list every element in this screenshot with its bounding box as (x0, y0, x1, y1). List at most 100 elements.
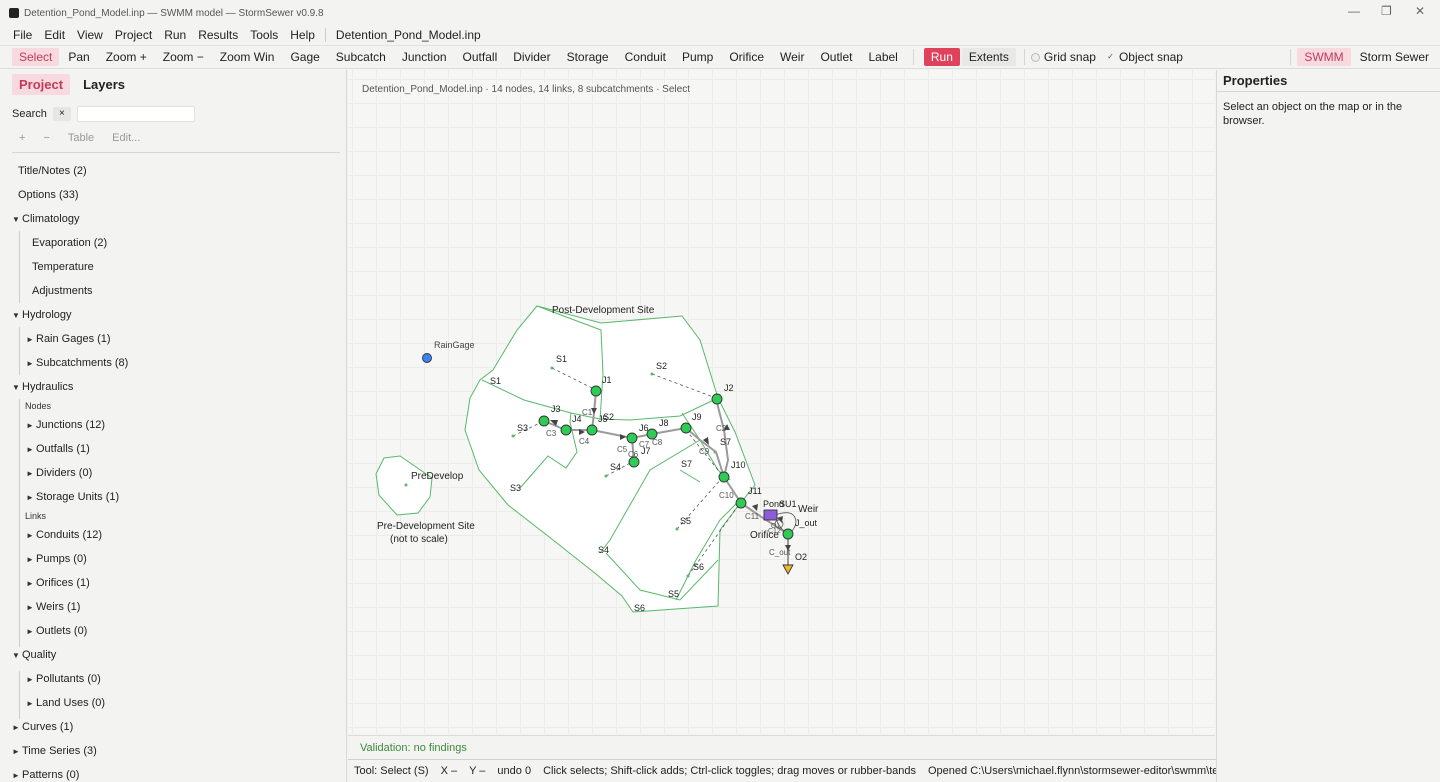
tree-item-patterns[interactable]: ► Patterns (0) (6, 763, 346, 782)
map-canvas[interactable]: Detention_Pond_Model.inp · 14 nodes, 14 … (348, 70, 1215, 734)
tool-weir-button[interactable]: Weir (773, 48, 811, 66)
tree-item-storage-units[interactable]: ► Storage Units (1) (6, 485, 346, 509)
raingage-icon[interactable] (422, 353, 432, 363)
menu-results[interactable]: Results (192, 28, 244, 42)
menu-help[interactable]: Help (284, 28, 321, 42)
tool-orifice-button[interactable]: Orifice (722, 48, 771, 66)
junction-j3[interactable] (538, 415, 550, 427)
tree-item-pollutants[interactable]: ► Pollutants (0) (6, 667, 346, 691)
label-j10: J10 (731, 460, 746, 470)
tree-item-climatology[interactable]: ▼ Climatology (6, 207, 346, 231)
tree-item-adjustments[interactable]: Adjustments (6, 279, 346, 303)
maximize-button[interactable]: ❐ (1381, 4, 1392, 18)
tool-zoom-in-button[interactable]: Zoom + (99, 48, 154, 66)
minimize-button[interactable]: — (1348, 4, 1360, 18)
tree-item-title-notes[interactable]: Title/Notes (2) (6, 159, 346, 183)
tree-item-label: Pollutants (0) (36, 673, 101, 685)
object-snap-toggle[interactable]: ✓ Object snap (1106, 50, 1183, 64)
junction-j10[interactable] (718, 471, 730, 483)
junction-j9[interactable] (680, 422, 692, 434)
tool-divider-button[interactable]: Divider (506, 48, 557, 66)
tree-item-outlets[interactable]: ► Outlets (0) (6, 619, 346, 643)
tab-layers[interactable]: Layers (76, 74, 132, 95)
menu-run[interactable]: Run (158, 28, 192, 42)
tree-item-orifices[interactable]: ► Orifices (1) (6, 571, 346, 595)
tool-subcatch-button[interactable]: Subcatch (329, 48, 393, 66)
tree-item-temperature[interactable]: Temperature (6, 255, 346, 279)
toolbar: Select Pan Zoom + Zoom − Zoom Win Gage S… (0, 45, 1440, 69)
menu-view[interactable]: View (71, 28, 109, 42)
tree-item-label: Land Uses (0) (36, 697, 106, 709)
storage-pond-icon[interactable] (763, 509, 778, 521)
remove-button[interactable]: − (36, 130, 56, 146)
close-button[interactable]: ✕ (1415, 4, 1425, 18)
tool-gage-button[interactable]: Gage (283, 48, 326, 66)
area-label-s4: S4 (598, 545, 609, 555)
tool-label-button[interactable]: Label (861, 48, 904, 66)
junction-j4[interactable] (560, 424, 572, 436)
tool-outlet-button[interactable]: Outlet (813, 48, 859, 66)
tree-item-conduits[interactable]: ► Conduits (12) (6, 523, 346, 547)
extents-button[interactable]: Extents (961, 48, 1016, 66)
tree-item-subcatchments[interactable]: ► Subcatchments (8) (6, 351, 346, 375)
grid-snap-checkbox[interactable] (1030, 52, 1040, 62)
tree-item-pumps[interactable]: ► Pumps (0) (6, 547, 346, 571)
tree-item-evaporation[interactable]: Evaporation (2) (6, 231, 346, 255)
menu-tools[interactable]: Tools (244, 28, 284, 42)
run-button[interactable]: Run (923, 48, 960, 66)
tree-item-curves[interactable]: ► Curves (1) (6, 715, 346, 739)
outfall-o2-icon[interactable] (782, 564, 794, 575)
junction-j6[interactable] (626, 432, 638, 444)
network-map[interactable]: Post-Development Site RainGage PreDevelo… (348, 70, 1215, 734)
tool-zoom-window-button[interactable]: Zoom Win (213, 48, 282, 66)
tool-junction-button[interactable]: Junction (395, 48, 454, 66)
tool-pan-button[interactable]: Pan (61, 48, 96, 66)
tree-item-weirs[interactable]: ► Weirs (1) (6, 595, 346, 619)
add-button[interactable]: + (12, 130, 32, 146)
collapsed-arrow-icon: ► (26, 335, 34, 344)
junction-j-out[interactable] (782, 528, 794, 540)
tree-item-label: Hydraulics (22, 381, 74, 393)
edit-button[interactable]: Edit... (105, 130, 147, 146)
junction-j5[interactable] (586, 424, 598, 436)
object-snap-checkbox[interactable]: ✓ (1106, 52, 1115, 62)
label-s1: S1 (556, 354, 567, 364)
tool-zoom-out-button[interactable]: Zoom − (156, 48, 211, 66)
tool-storage-button[interactable]: Storage (560, 48, 616, 66)
collapsed-arrow-icon: ► (26, 359, 34, 368)
junction-j11[interactable] (735, 497, 747, 509)
tool-outfall-button[interactable]: Outfall (456, 48, 505, 66)
tree-item-rain-gages[interactable]: ► Rain Gages (1) (6, 327, 346, 351)
tree-item-options[interactable]: Options (33) (6, 183, 346, 207)
junction-j2[interactable] (711, 393, 723, 405)
tree-item-junctions[interactable]: ► Junctions (12) (6, 413, 346, 437)
label-j1: J1 (602, 375, 612, 385)
label-j4: J4 (572, 414, 582, 424)
tab-project[interactable]: Project (12, 73, 71, 95)
tree-item-outfalls[interactable]: ► Outfalls (1) (6, 437, 346, 461)
tool-select-button[interactable]: Select (12, 48, 60, 66)
status-undo: undo 0 (497, 765, 532, 777)
search-clear-button[interactable]: × (52, 107, 71, 121)
tree-item-quality[interactable]: ▼ Quality (6, 643, 346, 667)
mode-storm-sewer-button[interactable]: Storm Sewer (1353, 48, 1436, 66)
tree-item-time-series[interactable]: ► Time Series (3) (6, 739, 346, 763)
menu-edit[interactable]: Edit (38, 28, 71, 42)
tree-item-dividers[interactable]: ► Dividers (0) (6, 461, 346, 485)
tree-group-nodes: Nodes (25, 401, 52, 411)
tree-item-hydrology[interactable]: ▼ Hydrology (6, 303, 346, 327)
tree-item-hydraulics[interactable]: ▼ Hydraulics (6, 375, 346, 399)
menu-file[interactable]: File (0, 28, 38, 42)
document-tab[interactable]: Detention_Pond_Model.inp (330, 28, 487, 42)
table-button[interactable]: Table (61, 130, 101, 146)
grid-snap-toggle[interactable]: Grid snap (1030, 50, 1096, 64)
predevelop-area[interactable] (375, 455, 433, 516)
tool-pump-button[interactable]: Pump (675, 48, 720, 66)
junction-j1[interactable] (590, 385, 602, 397)
tool-conduit-button[interactable]: Conduit (618, 48, 673, 66)
tree-item-land-uses[interactable]: ► Land Uses (0) (6, 691, 346, 715)
menu-bar: File Edit View Project Run Results Tools… (0, 26, 1440, 44)
menu-project[interactable]: Project (109, 28, 158, 42)
mode-swmm-button[interactable]: SWMM (1297, 48, 1351, 66)
search-input[interactable] (76, 106, 195, 122)
